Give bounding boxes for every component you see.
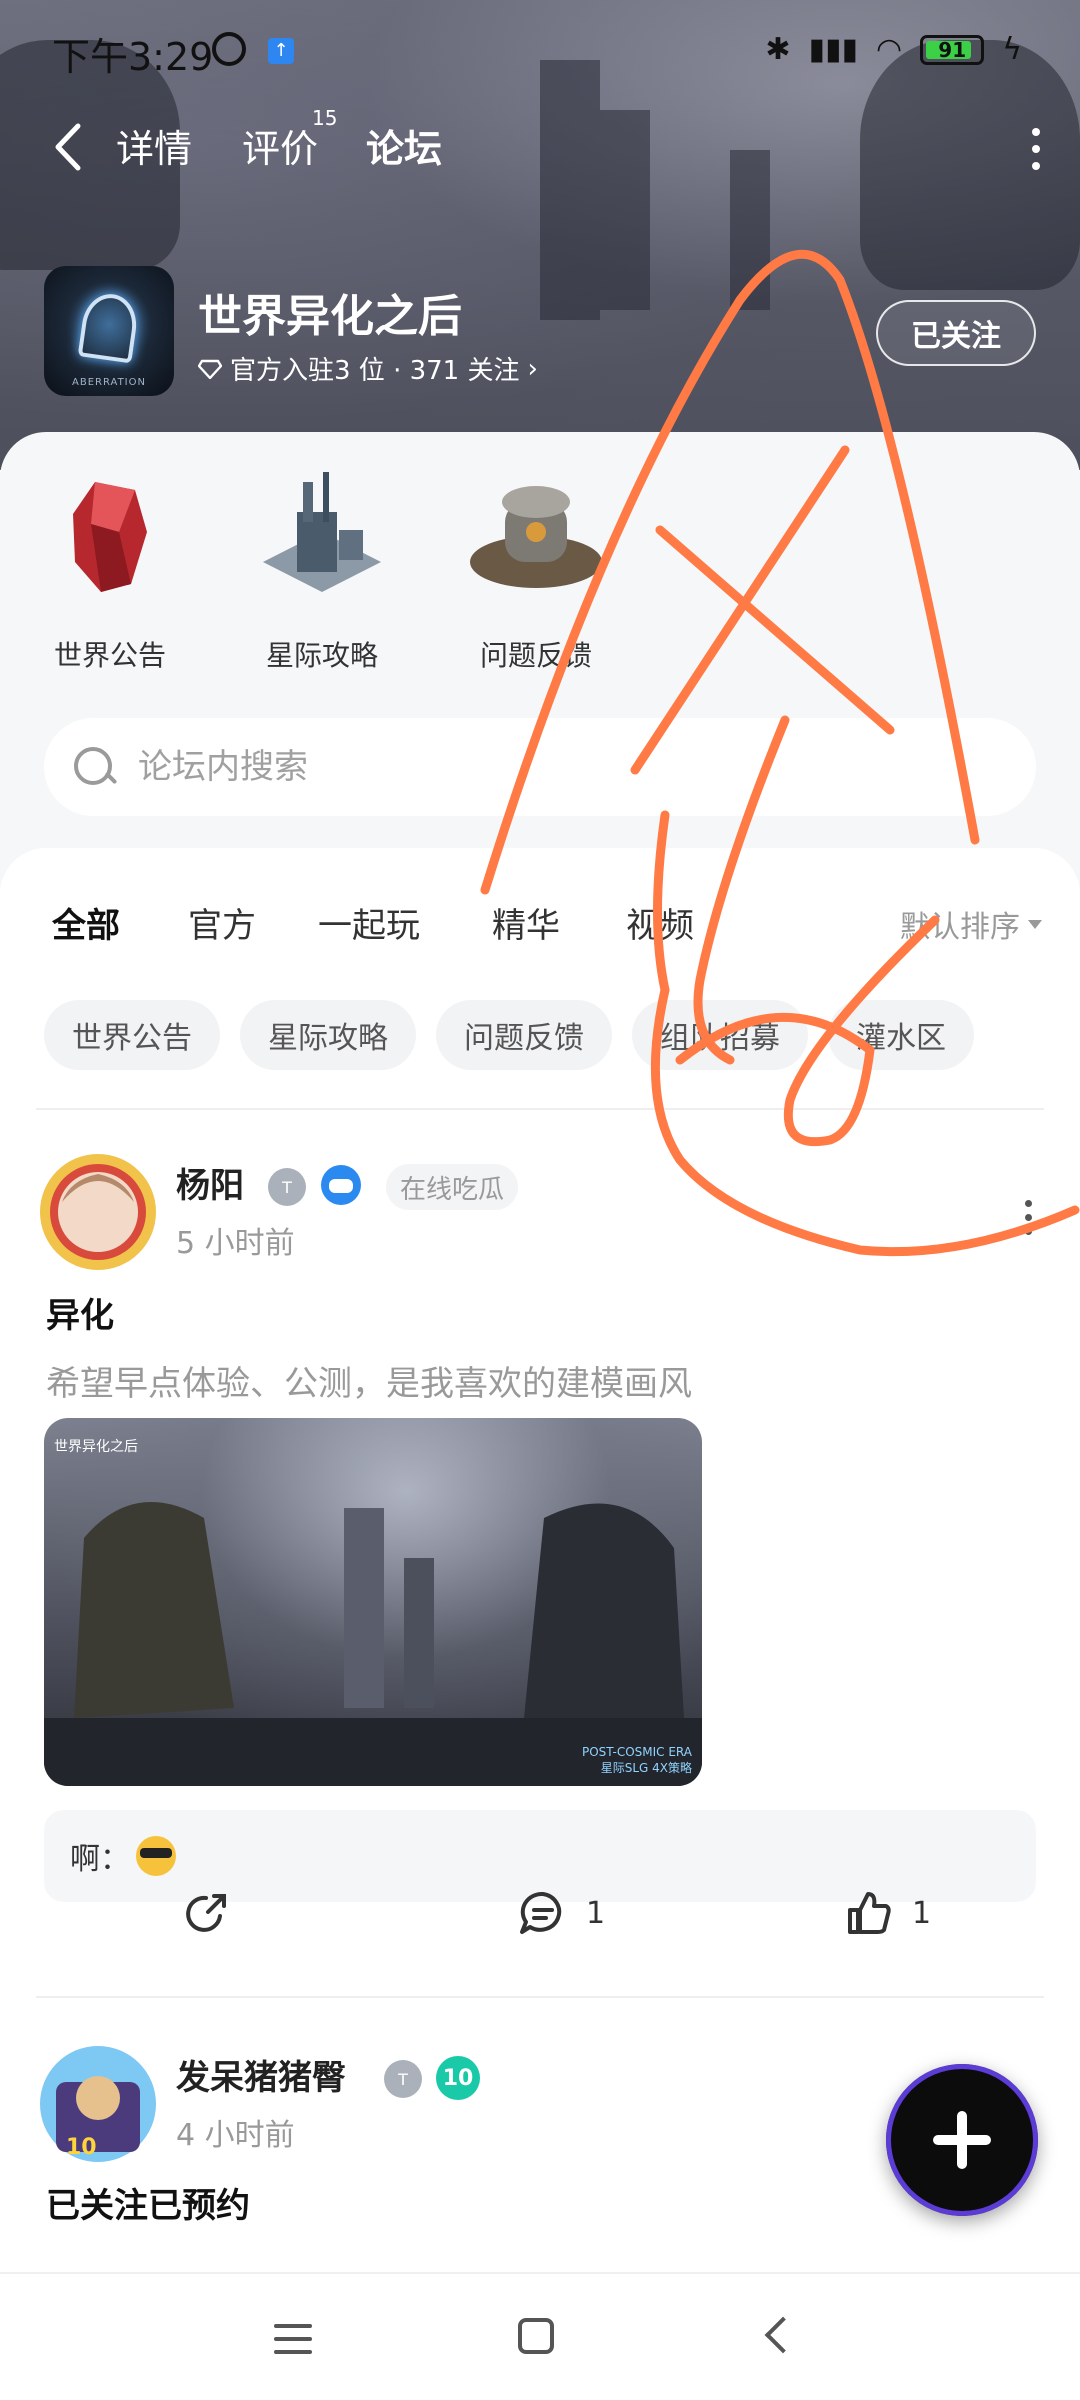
- upload-icon: ↑: [268, 38, 294, 64]
- post-title[interactable]: 已关注已预约: [46, 2178, 250, 2227]
- svg-text:10: 10: [66, 2135, 97, 2160]
- search-input[interactable]: [138, 747, 838, 787]
- anniversary-badge: 10: [436, 2056, 480, 2100]
- game-logo[interactable]: ABERRATION: [44, 266, 174, 396]
- filter-tab-all[interactable]: 全部: [52, 898, 120, 949]
- chevron-right-icon: ›: [527, 353, 538, 384]
- post-username[interactable]: 发呆猪猪臀: [176, 2050, 346, 2099]
- system-navigation-bar: [0, 2272, 1080, 2400]
- level-badge-icon: T: [384, 2060, 422, 2098]
- status-bar: 下午3:29 ↑ ✱ ▮▮▮ ◠ 91 ϟ: [0, 0, 1080, 100]
- bluetooth-icon: ✱: [765, 32, 791, 67]
- game-title: 世界异化之后: [198, 291, 462, 342]
- share-icon: [186, 1894, 226, 1932]
- filter-tab-official[interactable]: 官方: [188, 898, 256, 947]
- comment-count: 1: [586, 1895, 606, 1931]
- follow-button[interactable]: 已关注: [876, 300, 1036, 366]
- signal-icon: ▮▮▮: [808, 32, 859, 67]
- svg-text:T: T: [281, 1178, 292, 1197]
- comment-button[interactable]: 1: [516, 1886, 605, 1940]
- meta-text: 官方入驻3 位 · 371 关注: [230, 356, 520, 386]
- svg-text:T: T: [397, 2070, 408, 2089]
- comment-icon: [520, 1891, 562, 1934]
- chip-team-recruit[interactable]: 组队招募: [632, 1000, 808, 1070]
- wifi-icon: ◠: [876, 32, 903, 67]
- filter-tab-play-together[interactable]: 一起玩: [318, 898, 420, 947]
- reviews-count-badge: 15: [312, 106, 338, 130]
- section-chips: 世界公告 星际攻略 问题反馈 组队招募 灌水区: [44, 1000, 974, 1070]
- post-more-icon[interactable]: [1025, 1200, 1032, 1235]
- category-row: 世界公告 星际攻略 问题反馈: [0, 462, 1080, 682]
- chip-chat[interactable]: 灌水区: [828, 1000, 974, 1070]
- caret-down-icon: [1028, 919, 1042, 929]
- user-avatar[interactable]: [36, 1150, 160, 1274]
- sort-label: 默认排序: [900, 910, 1020, 945]
- game-meta[interactable]: 官方入驻3 位 · 371 关注 ›: [198, 350, 538, 387]
- category-announcements[interactable]: 世界公告: [10, 462, 210, 674]
- system-back-icon[interactable]: [764, 2316, 802, 2354]
- create-post-button[interactable]: [886, 2064, 1038, 2216]
- divider: [36, 1996, 1044, 1998]
- divider: [36, 1108, 1044, 1110]
- back-icon[interactable]: [48, 120, 88, 174]
- level-badge-icon: T: [268, 1168, 306, 1206]
- recent-apps-icon[interactable]: [274, 2324, 312, 2354]
- filter-tab-featured[interactable]: 精华: [492, 898, 560, 947]
- filter-tab-video[interactable]: 视频: [626, 898, 694, 947]
- chip-feedback[interactable]: 问题反馈: [436, 1000, 612, 1070]
- search-icon: [72, 745, 116, 789]
- more-options-icon[interactable]: [1032, 128, 1040, 170]
- post-body[interactable]: 希望早点体验、公测，是我喜欢的建模画风: [46, 1356, 692, 1405]
- user-avatar[interactable]: 10: [36, 2042, 160, 2166]
- tab-details[interactable]: 详情: [116, 118, 192, 173]
- chip-announcements[interactable]: 世界公告: [44, 1000, 220, 1070]
- search-bar[interactable]: [44, 718, 1036, 816]
- like-count: 1: [912, 1895, 932, 1931]
- post-title[interactable]: 异化: [46, 1288, 114, 1337]
- sunglasses-emoji-icon: [136, 1836, 176, 1876]
- post-username[interactable]: 杨阳: [176, 1158, 244, 1207]
- machine-base-icon: [470, 486, 602, 588]
- charging-icon: ϟ: [1002, 32, 1022, 67]
- category-guides[interactable]: 星际攻略: [222, 462, 422, 674]
- post-time: 4 小时前: [176, 2118, 295, 2153]
- battery-icon: 91: [920, 34, 985, 65]
- thumbs-up-icon: [848, 1892, 891, 1934]
- post-image[interactable]: 世界异化之后 POST-COSMIC ERA 星际SLG 4X策略: [44, 1418, 702, 1786]
- status-time: 下午3:29: [52, 35, 214, 79]
- chip-guides[interactable]: 星际攻略: [240, 1000, 416, 1070]
- alarm-icon: [212, 32, 246, 66]
- gamepad-badge-icon: [321, 1165, 361, 1205]
- tab-forum[interactable]: 论坛: [366, 118, 443, 177]
- category-feedback[interactable]: 问题反馈: [436, 462, 636, 674]
- diamond-icon: [198, 359, 222, 379]
- share-button[interactable]: [180, 1886, 234, 1940]
- user-tag: 在线吃瓜: [386, 1164, 519, 1210]
- sort-dropdown[interactable]: 默认排序: [900, 902, 1042, 946]
- tab-reviews[interactable]: 评价: [242, 118, 318, 173]
- home-icon[interactable]: [518, 2318, 554, 2354]
- space-station-icon: [263, 472, 381, 592]
- red-crystal-icon: [73, 482, 147, 592]
- post-time: 5 小时前: [176, 1226, 295, 1261]
- like-button[interactable]: 1: [842, 1886, 931, 1940]
- post-actions: 1 1: [0, 1886, 1080, 1946]
